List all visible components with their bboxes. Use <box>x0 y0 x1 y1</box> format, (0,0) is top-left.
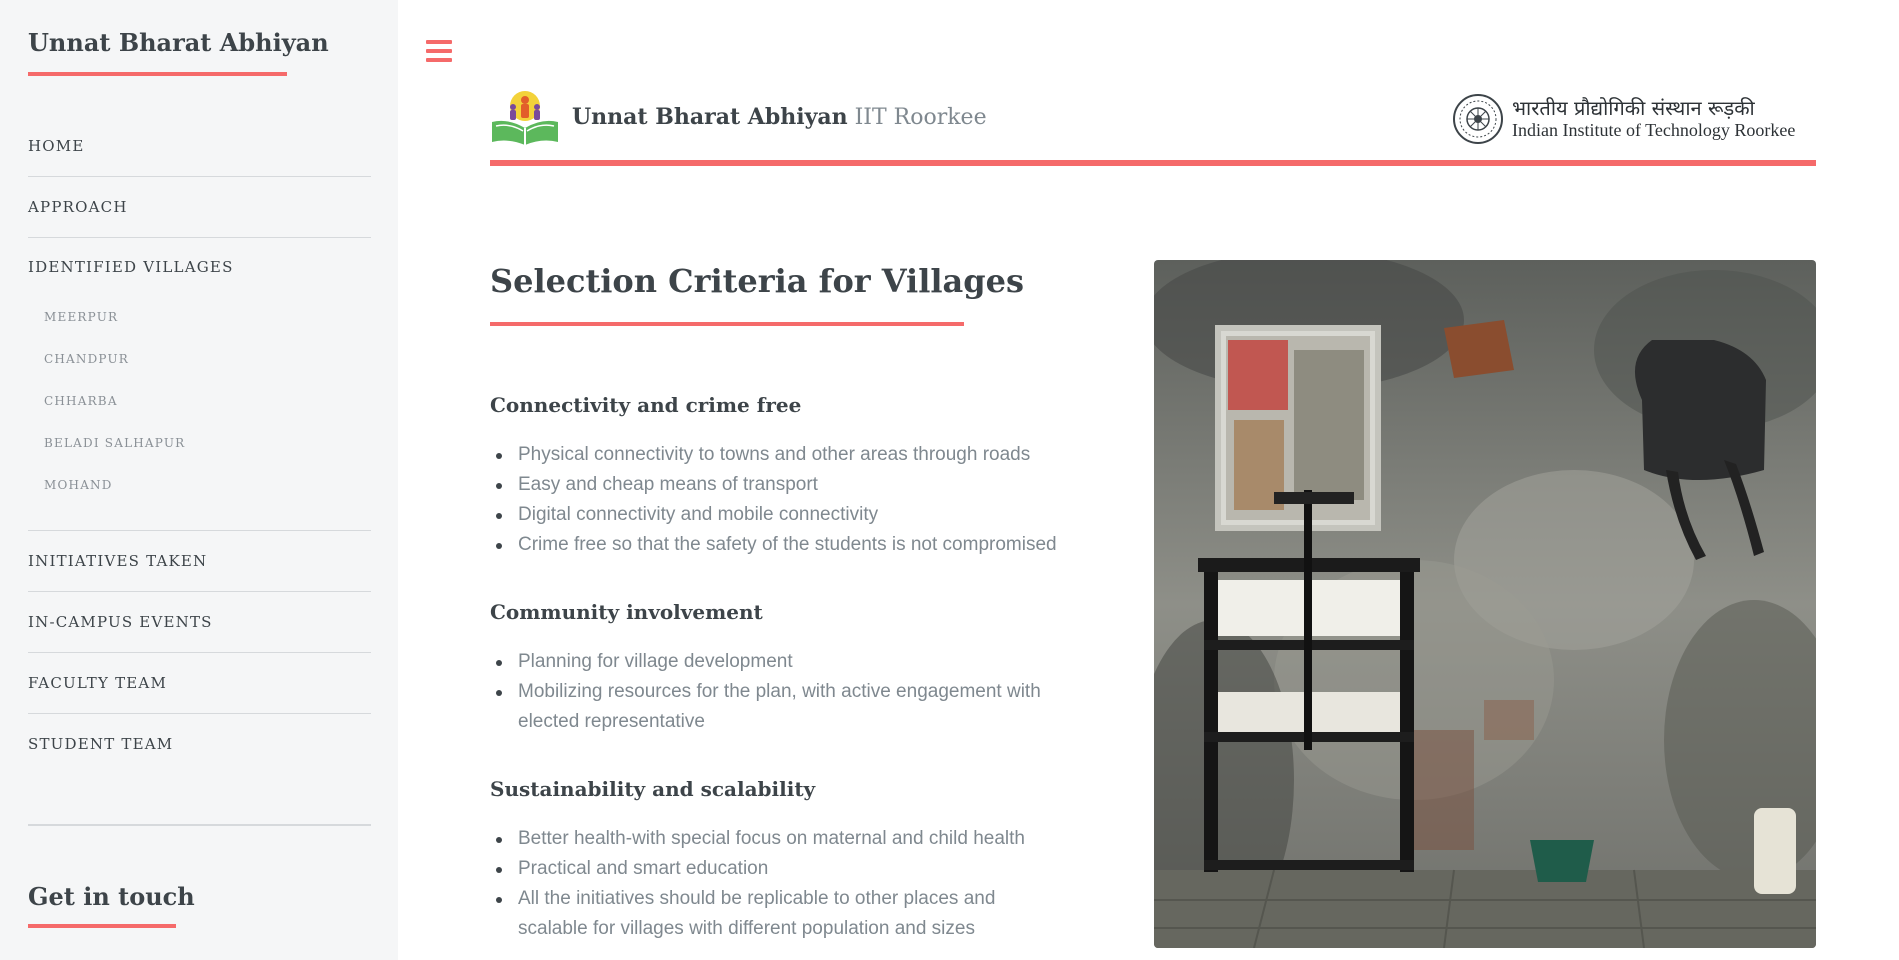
list-item: All the initiatives should be replicable… <box>490 884 1060 944</box>
village-photo <box>1154 260 1816 948</box>
nav-village-mohand[interactable]: MOHAND <box>44 478 113 492</box>
list-item: Easy and cheap means of transport <box>490 470 1100 500</box>
list-item: Crime free so that the safety of the stu… <box>490 530 1100 560</box>
get-in-touch-heading: Get in touch <box>28 882 195 911</box>
nav-divider <box>28 176 371 177</box>
sidebar-section-divider <box>28 824 371 826</box>
nav-divider <box>28 530 371 531</box>
nav-divider <box>28 652 371 653</box>
get-in-touch-underline <box>28 924 176 928</box>
criteria-list: Physical connectivity to towns and other… <box>490 440 1100 560</box>
nav-initiatives-taken[interactable]: INITIATIVES TAKEN <box>28 552 371 570</box>
list-item: Digital connectivity and mobile connecti… <box>490 500 1100 530</box>
list-item: Better health-with special focus on mate… <box>490 824 1060 854</box>
nav-approach[interactable]: APPROACH <box>28 198 371 216</box>
nav-student-team[interactable]: STUDENT TEAM <box>28 735 371 753</box>
uba-logo-icon <box>492 91 558 145</box>
iit-roorkee-emblem-icon <box>1453 94 1503 144</box>
list-item: Practical and smart education <box>490 854 1060 884</box>
nav-village-meerpur[interactable]: MEERPUR <box>44 310 118 324</box>
nav-faculty-team[interactable]: FACULTY TEAM <box>28 674 371 692</box>
page-title-underline <box>490 322 964 326</box>
section-heading: Connectivity and crime free <box>490 393 802 417</box>
nav-divider <box>28 237 371 238</box>
nav-divider <box>28 591 371 592</box>
section-heading: Sustainability and scalability <box>490 777 816 801</box>
criteria-list: Better health-with special focus on mate… <box>490 824 1060 944</box>
sidebar-title: Unnat Bharat Abhiyan <box>28 28 329 57</box>
page-title: Selection Criteria for Villages <box>490 262 1024 300</box>
iit-name-english: Indian Institute of Technology Roorkee <box>1512 120 1796 140</box>
sidebar: Unnat Bharat Abhiyan HOME APPROACH IDENT… <box>0 0 398 960</box>
brand-institute: IIT Roorkee <box>854 105 987 130</box>
header-underline <box>490 160 1816 166</box>
iit-name-hindi: भारतीय प्रौद्योगिकी संस्थान रूड़की <box>1512 96 1755 120</box>
nav-in-campus-events[interactable]: IN-CAMPUS EVENTS <box>28 613 371 631</box>
site-brand[interactable]: Unnat Bharat Abhiyan IIT Roorkee <box>572 104 987 130</box>
sidebar-title-underline <box>28 72 287 76</box>
brand-name: Unnat Bharat Abhiyan <box>572 104 848 130</box>
hamburger-menu-icon[interactable] <box>426 40 452 64</box>
nav-home[interactable]: HOME <box>28 137 371 155</box>
nav-divider <box>28 713 371 714</box>
section-heading: Community involvement <box>490 600 763 624</box>
list-item: Mobilizing resources for the plan, with … <box>490 677 1090 737</box>
nav-village-chandpur[interactable]: CHANDPUR <box>44 352 129 366</box>
list-item: Physical connectivity to towns and other… <box>490 440 1100 470</box>
nav-identified-villages[interactable]: IDENTIFIED VILLAGES <box>28 258 371 276</box>
nav-village-chharba[interactable]: CHHARBA <box>44 394 118 408</box>
list-item: Planning for village development <box>490 647 1090 677</box>
criteria-list: Planning for village development Mobiliz… <box>490 647 1090 737</box>
nav-village-beladi-salhapur[interactable]: BELADI SALHAPUR <box>44 436 185 450</box>
